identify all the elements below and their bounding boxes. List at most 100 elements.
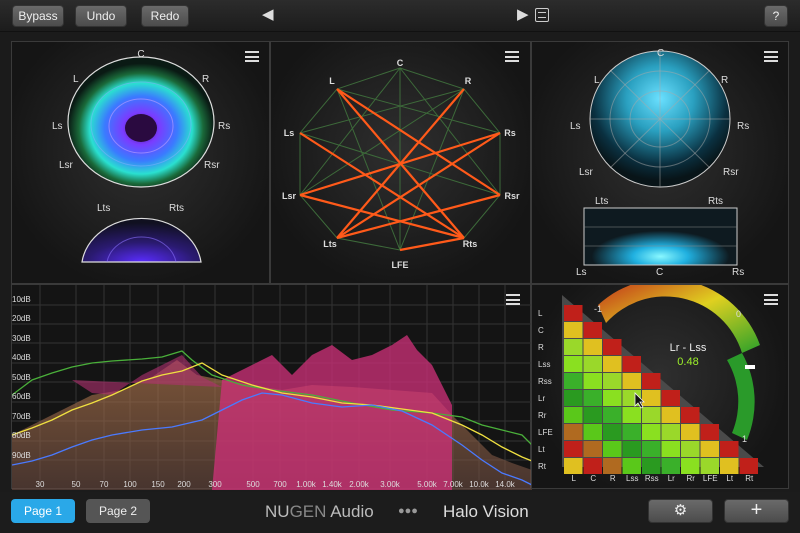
matrix-cell[interactable] [622,407,642,423]
matrix-col-label: Lr [668,474,675,483]
matrix-cell[interactable] [622,441,642,457]
next-page-icon[interactable]: ▶ [517,5,529,23]
matrix-cell[interactable] [642,390,661,406]
page1-button[interactable]: Page 1 [11,499,75,523]
matrix-cell[interactable] [622,356,642,372]
matrix-cell[interactable] [642,458,661,474]
list-icon[interactable] [535,8,549,22]
matrix-cell[interactable] [603,458,622,474]
matrix-cell[interactable] [700,441,720,457]
redo-button[interactable]: Redo [141,5,189,27]
matrix-cell[interactable] [583,407,603,423]
menu-icon[interactable] [764,51,778,62]
toolbar: Bypass Undo Redo ◀ ▶ ? [0,0,800,32]
matrix-cell[interactable] [564,390,583,406]
matrix-col-label: R [610,474,616,483]
matrix-cell[interactable] [564,356,583,372]
matrix-cell[interactable] [661,441,681,457]
x-axis-label: 5.00k [417,480,438,489]
prev-page-icon[interactable]: ◀ [262,5,274,23]
matrix-cell[interactable] [603,424,622,440]
matrix-cell[interactable] [681,424,700,440]
settings-button[interactable]: ⚙ [648,499,713,523]
menu-icon[interactable] [245,51,259,62]
matrix-cell[interactable] [583,373,603,389]
footer: Page 1 Page 2 NUGEN Audio ●●● Halo Visio… [0,492,800,533]
matrix-cell[interactable] [681,441,700,457]
matrix-cell[interactable] [564,424,583,440]
web-node-label: C [397,58,404,68]
x-axis-label: 100 [123,480,137,489]
matrix-cell[interactable] [622,373,642,389]
undo-button[interactable]: Undo [75,5,127,27]
x-axis-label: 10.0k [469,480,490,489]
matrix-col-label: L [572,474,577,483]
matrix-cell[interactable] [642,373,661,389]
matrix-cell[interactable] [583,339,603,355]
y-axis-label: 70dB [12,412,31,421]
y-axis-label: 10dB [12,295,31,304]
plus-icon: + [750,499,763,521]
matrix-cell[interactable] [622,424,642,440]
web-node-label: Rs [504,128,516,138]
matrix-cell[interactable] [622,458,642,474]
matrix-cell[interactable] [603,390,622,406]
matrix-cell[interactable] [564,322,583,338]
matrix-cell[interactable] [603,339,622,355]
speaker-label: L [73,74,79,85]
correlation-web-panel: C R Rs Rsr Rts LFE Lts Lsr Ls L [270,41,531,284]
x-axis-label: 700 [273,480,287,489]
matrix-cell[interactable] [564,441,583,457]
menu-icon[interactable] [506,294,520,305]
matrix-cell[interactable] [583,458,603,474]
matrix-cell[interactable] [603,373,622,389]
matrix-cell[interactable] [583,424,603,440]
matrix-cell[interactable] [700,424,720,440]
matrix-cell[interactable] [739,458,759,474]
matrix-cell[interactable] [700,458,720,474]
x-axis-label: 150 [151,480,165,489]
menu-icon[interactable] [764,294,778,305]
x-axis-label: 7.00k [443,480,464,489]
bypass-button[interactable]: Bypass [12,5,64,27]
matrix-cell[interactable] [681,407,700,423]
matrix-row-label: Lss [538,360,550,369]
matrix-cell[interactable] [564,305,583,321]
matrix-cell[interactable] [603,441,622,457]
help-button[interactable]: ? [764,5,788,27]
matrix-cell[interactable] [564,458,583,474]
y-axis-label: 20dB [12,314,31,323]
brand-logo: NUGEN Audio [265,502,374,522]
matrix-cell[interactable] [642,441,661,457]
matrix-cell[interactable] [661,424,681,440]
matrix-cell[interactable] [720,458,739,474]
matrix-cell[interactable] [642,424,661,440]
x-axis-label: 14.0k [495,480,516,489]
matrix-cell[interactable] [642,407,661,423]
matrix-col-label: Lss [626,474,638,483]
menu-icon[interactable] [505,51,519,62]
matrix-cell[interactable] [603,356,622,372]
speaker-label: Lsr [59,160,74,171]
web-node-label: Rts [463,239,478,249]
x-axis-label: 500 [246,480,260,489]
matrix-cell[interactable] [583,322,603,338]
matrix-cell[interactable] [661,390,681,406]
matrix-cell[interactable] [564,373,583,389]
matrix-row-label: LFE [538,428,553,437]
scale-mid-label: 0 [736,309,741,319]
matrix-cell[interactable] [583,390,603,406]
matrix-cell[interactable] [661,407,681,423]
matrix-cell[interactable] [564,339,583,355]
matrix-cell[interactable] [720,441,739,457]
matrix-cell[interactable] [681,458,700,474]
page2-button[interactable]: Page 2 [86,499,150,523]
matrix-cell[interactable] [603,407,622,423]
matrix-cell[interactable] [564,407,583,423]
add-button[interactable]: + [724,499,789,523]
matrix-cell[interactable] [661,458,681,474]
matrix-row-label: Rt [538,462,547,471]
matrix-cell[interactable] [583,441,603,457]
matrix-cell[interactable] [583,356,603,372]
matrix-row-label: L [538,309,543,318]
